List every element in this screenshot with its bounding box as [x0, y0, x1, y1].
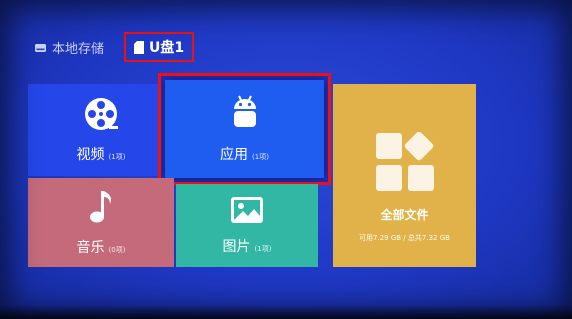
tab-local-label: 本地存储	[52, 41, 105, 57]
tab-local-storage[interactable]: 本地存储	[34, 36, 104, 58]
sd-card-icon	[134, 40, 144, 54]
tab-usb-drive[interactable]: U盘1	[124, 32, 195, 62]
music-label: 音乐	[76, 239, 105, 256]
all-files-label: 全部文件	[380, 208, 429, 222]
apps-count: (1项)	[252, 153, 269, 161]
photos-tile[interactable]: 图片 (1项)	[176, 184, 318, 267]
apps-tile-inner: 应用 (1项)	[165, 80, 324, 178]
video-label: 视频	[76, 147, 105, 163]
storage-info: 可用7.29 GB / 总共7.32 GB	[359, 234, 450, 242]
music-note-icon	[88, 189, 114, 229]
music-tile[interactable]: 音乐 (0项)	[28, 178, 174, 267]
all-files-tile[interactable]: 全部文件 可用7.29 GB / 总共7.32 GB	[333, 84, 476, 267]
drive-icon	[34, 42, 47, 53]
photos-count: (1项)	[254, 244, 272, 253]
apps-tile[interactable]: 应用 (1项)	[158, 73, 331, 185]
photos-label: 图片	[222, 238, 251, 255]
tab-usb-label: U盘1	[149, 40, 185, 56]
grid-blocks-icon	[375, 131, 435, 196]
video-tile[interactable]: 视频 (1项)	[28, 84, 174, 176]
screen-bottom-edge	[0, 305, 572, 319]
video-count: (1项)	[108, 153, 126, 161]
apps-label: 应用	[220, 147, 249, 163]
android-icon	[230, 94, 260, 136]
picture-icon	[230, 196, 264, 228]
music-count: (0项)	[108, 245, 126, 254]
film-reel-icon	[83, 96, 119, 136]
